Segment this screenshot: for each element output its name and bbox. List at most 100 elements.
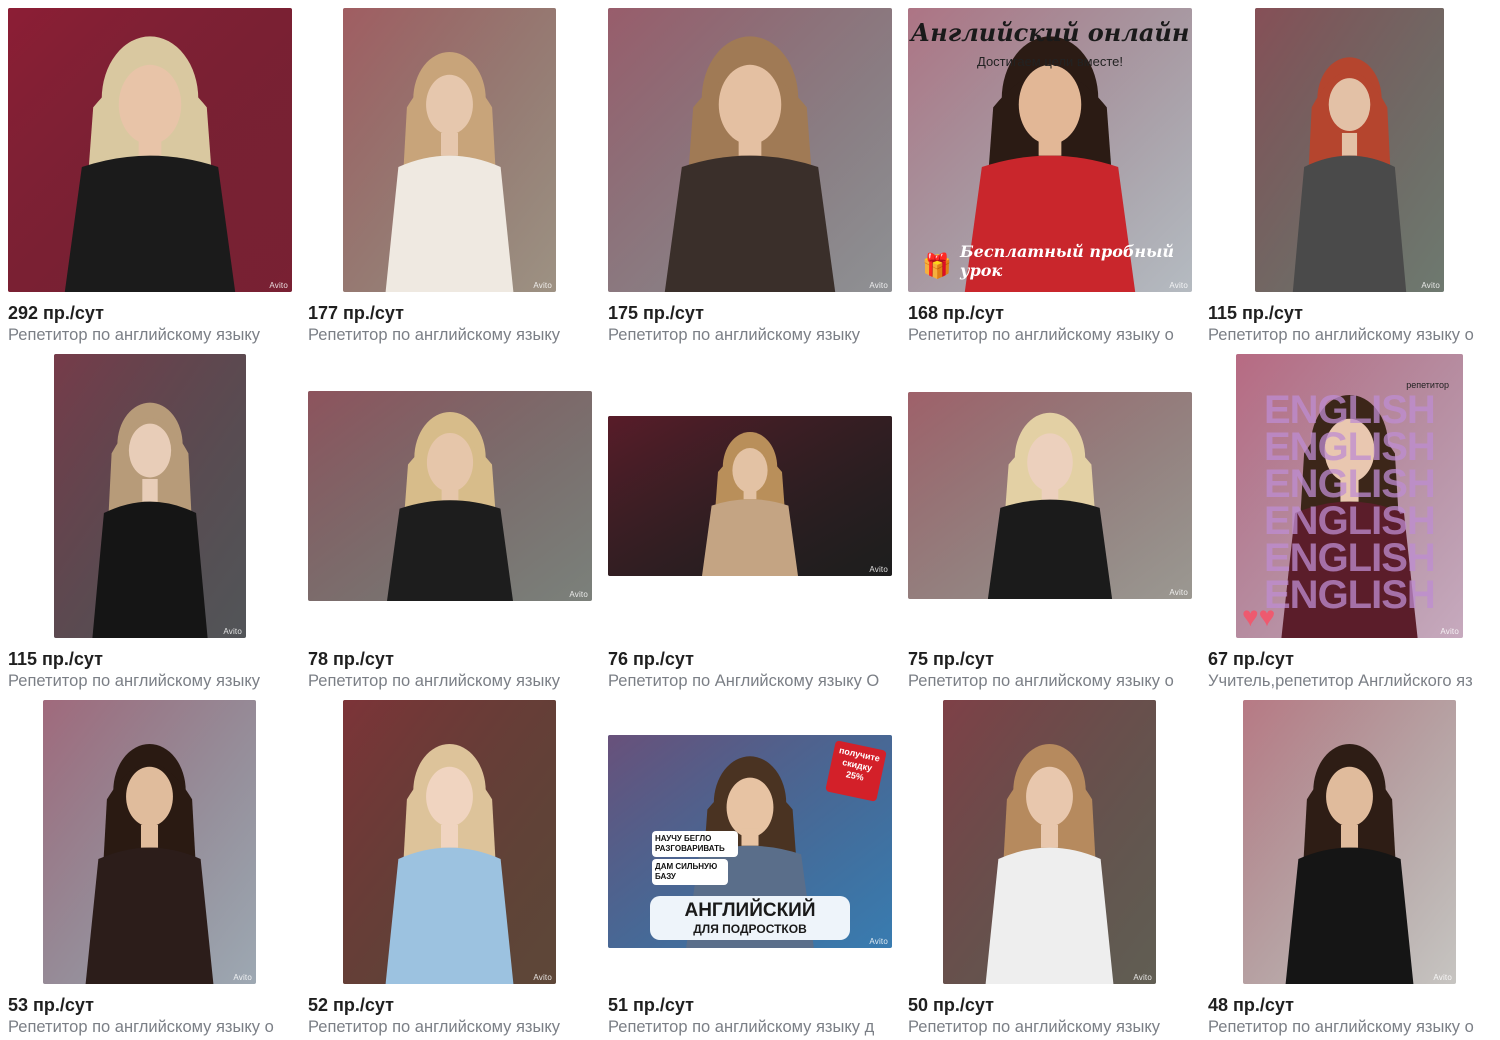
listing-thumbnail-area: Avito [608, 354, 892, 638]
listing-card[interactable]: Avito 53 пр./сут Репетитор по английскому … [8, 700, 292, 1040]
listing-photo[interactable]: Avito [1255, 8, 1444, 292]
listing-thumbnail-area: Avito [8, 354, 292, 638]
banner-subtitle: Достигаем цели вместе! [977, 54, 1123, 69]
listing-title-link[interactable]: Репетитор по английскому языку о [8, 1017, 288, 1037]
listing-title-link[interactable]: Репетитор по Английскому языку О [608, 671, 888, 691]
banner-line-1: НАУЧУ БЕГЛО РАЗГОВАРИВАТЬ [652, 831, 738, 857]
listing-card[interactable]: Avito 50 пр./сут Репетитор по английскому … [908, 700, 1192, 1040]
listing-photo[interactable]: Avito [1243, 700, 1456, 984]
banner-line-2: ДАМ СИЛЬНУЮ БАЗУ [652, 859, 728, 885]
hearts-icon: ♥♥ [1242, 601, 1276, 632]
listing-title-link[interactable]: Репетитор по английскому языку о [908, 671, 1188, 691]
daily-views-count: 52 пр./сут [308, 995, 394, 1015]
listing-title-link[interactable]: Репетитор по английскому языку [8, 325, 288, 345]
avito-watermark: Avito [1440, 627, 1459, 636]
avito-watermark: Avito [269, 281, 288, 290]
listing-thumbnail-area: Avito [308, 700, 592, 984]
listing-title-link[interactable]: Репетитор по английскому языку о [908, 325, 1188, 345]
daily-views-count: 51 пр./сут [608, 995, 694, 1015]
avito-watermark: Avito [533, 973, 552, 982]
daily-views-count: 50 пр./сут [908, 995, 994, 1015]
daily-views-count: 76 пр./сут [608, 649, 694, 669]
avito-watermark: Avito [1421, 281, 1440, 290]
listing-thumbnail-area: Avito [8, 8, 292, 292]
daily-views-count: 175 пр./сут [608, 303, 704, 323]
daily-views-count: 75 пр./сут [908, 649, 994, 669]
avito-watermark: Avito [233, 973, 252, 982]
listing-title-link[interactable]: Репетитор по английскому языку д [608, 1017, 888, 1037]
listing-card[interactable]: Avito 115 пр./сут Репетитор по английскому… [8, 354, 292, 694]
listing-photo[interactable]: Avito [908, 392, 1192, 599]
daily-views-count: 78 пр./сут [308, 649, 394, 669]
listing-title-link[interactable]: Репетитор по английскому языку [308, 325, 588, 345]
listing-card[interactable]: получите скидку 25% НАУЧУ БЕГЛО РАЗГОВАР… [608, 700, 892, 1040]
banner-subtitle: ДЛЯ ПОДРОСТКОВ [693, 922, 807, 936]
listing-title-link[interactable]: Репетитор по английскому языку [308, 1017, 588, 1037]
avito-watermark: Avito [1169, 588, 1188, 597]
listing-title-link[interactable]: Репетитор по английскому языку [908, 1017, 1188, 1037]
listing-photo[interactable]: Avito [608, 8, 892, 292]
listing-photo[interactable]: Avito [943, 700, 1156, 984]
listing-card[interactable]: Avito 177 пр./сут Репетитор по английскому… [308, 8, 592, 348]
listing-thumbnail-area: Avito [608, 8, 892, 292]
listing-thumbnail-area: Avito [1208, 700, 1492, 984]
avito-watermark: Avito [869, 281, 888, 290]
listing-photo[interactable]: Avito [343, 8, 556, 292]
listing-card[interactable]: Avito 48 пр./сут Репетитор по английскому … [1208, 700, 1492, 1040]
listing-card[interactable]: Avito 78 пр./сут Репетитор по английскому … [308, 354, 592, 694]
listing-card[interactable]: Avito 75 пр./сут Репетитор по английскому … [908, 354, 1192, 694]
listing-thumbnail-area: Avito [908, 700, 1192, 984]
daily-views-count: 115 пр./сут [8, 649, 103, 669]
daily-views-count: 53 пр./сут [8, 995, 94, 1015]
listing-title-link[interactable]: Репетитор по английскому языку [8, 671, 288, 691]
listing-title-link[interactable]: Репетитор по английскому языку [608, 325, 888, 345]
avito-watermark: Avito [1169, 281, 1188, 290]
listing-photo[interactable]: получите скидку 25% НАУЧУ БЕГЛО РАЗГОВАР… [608, 735, 892, 948]
listing-photo[interactable]: ENGLISH ENGLISH ENGLISH ENGLISH ENGLISH ENGLI… [1236, 354, 1463, 638]
listing-photo[interactable]: Avito [43, 700, 256, 984]
listing-photo[interactable]: Avito [343, 700, 556, 984]
listing-card[interactable]: ENGLISH ENGLISH ENGLISH ENGLISH ENGLISH ENGLI… [1208, 354, 1492, 694]
daily-views-count: 168 пр./сут [908, 303, 1004, 323]
banner-footer: Бесплатный пробный урок [960, 242, 1175, 280]
listing-card[interactable]: Avito 292 пр./сут Репетитор по английскому… [8, 8, 292, 348]
listing-card[interactable]: Английский онлайн Достигаем цели вместе!… [908, 8, 1192, 348]
listing-photo[interactable]: Avito [308, 391, 592, 601]
banner-english-word: ENGLISH [1264, 573, 1436, 617]
discount-badge: получите скидку 25% [825, 740, 887, 802]
banner-title: АНГЛИЙСКИЙ [684, 900, 816, 921]
listing-photo[interactable]: Английский онлайн Достигаем цели вместе!… [908, 8, 1192, 292]
avito-watermark: Avito [1433, 973, 1452, 982]
listing-title-link[interactable]: Учитель,репетитор Английского яз [1208, 671, 1488, 691]
listing-photo[interactable]: Avito [608, 416, 892, 576]
listing-card[interactable]: Avito 76 пр./сут Репетитор по Английскому … [608, 354, 892, 694]
listing-card[interactable]: Avito 52 пр./сут Репетитор по английскому … [308, 700, 592, 1040]
listing-thumbnail-area: Английский онлайн Достигаем цели вместе!… [908, 8, 1192, 292]
banner-course-title: АНГЛИЙСКИЙ ДЛЯ ПОДРОСТКОВ [650, 896, 850, 940]
banner-title: Английский онлайн [910, 18, 1190, 47]
listing-title-link[interactable]: Репетитор по английскому языку о [1208, 1017, 1488, 1037]
daily-views-count: 48 пр./сут [1208, 995, 1294, 1015]
listing-thumbnail-area: ENGLISH ENGLISH ENGLISH ENGLISH ENGLISH ENGLI… [1208, 354, 1492, 638]
avito-watermark: Avito [569, 590, 588, 599]
listing-card[interactable]: Avito 175 пр./сут Репетитор по английскому… [608, 8, 892, 348]
banner-tag: репетитор [1406, 380, 1449, 390]
daily-views-count: 115 пр./сут [1208, 303, 1303, 323]
daily-views-count: 292 пр./сут [8, 303, 104, 323]
listing-thumbnail-area: получите скидку 25% НАУЧУ БЕГЛО РАЗГОВАР… [608, 700, 892, 984]
daily-views-count: 177 пр./сут [308, 303, 404, 323]
listing-thumbnail-area: Avito [308, 8, 592, 292]
listing-card[interactable]: Avito 115 пр./сут Репетитор по английскому… [1208, 8, 1492, 348]
listing-grid: Avito 292 пр./сут Репетитор по английскому… [0, 0, 1500, 1038]
listing-thumbnail-area: Avito [8, 700, 292, 984]
listing-photo[interactable]: Avito [54, 354, 246, 638]
daily-views-count: 67 пр./сут [1208, 649, 1294, 669]
listing-thumbnail-area: Avito [308, 354, 592, 638]
avito-watermark: Avito [223, 627, 242, 636]
avito-watermark: Avito [869, 565, 888, 574]
listing-title-link[interactable]: Репетитор по английскому языку о [1208, 325, 1488, 345]
listing-photo[interactable]: Avito [8, 8, 292, 292]
listing-title-link[interactable]: Репетитор по английскому языку [308, 671, 588, 691]
listing-thumbnail-area: Avito [1208, 8, 1492, 292]
gift-icon: 🎁 [922, 253, 952, 280]
